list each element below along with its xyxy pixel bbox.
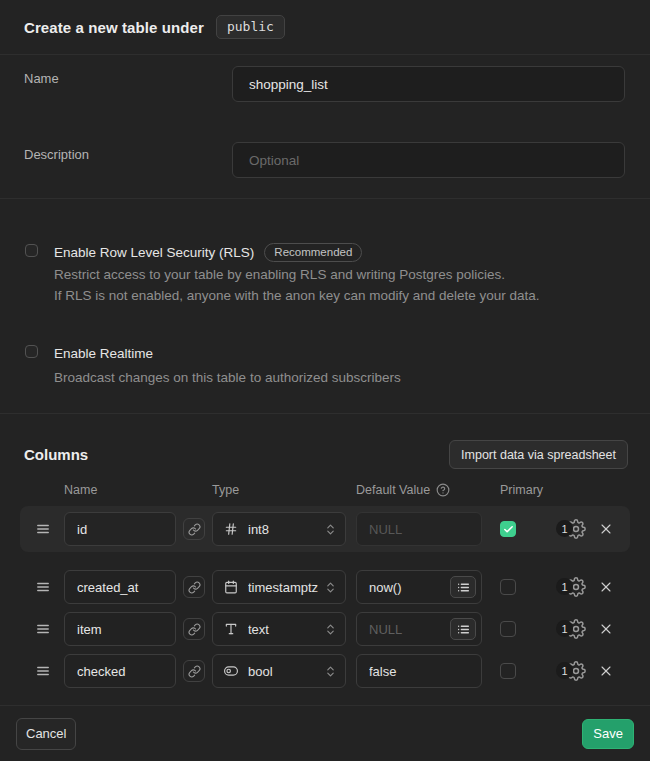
help-circle-icon[interactable] bbox=[436, 483, 450, 497]
realtime-checkbox[interactable] bbox=[25, 345, 38, 358]
panel-title: Create a new table under bbox=[24, 19, 204, 36]
drag-handle-icon[interactable] bbox=[36, 622, 50, 636]
rls-label: Enable Row Level Security (RLS) bbox=[54, 245, 254, 260]
rls-checkbox[interactable] bbox=[25, 244, 38, 257]
recommended-badge: Recommended bbox=[264, 243, 362, 262]
remove-column-button[interactable] bbox=[598, 579, 614, 595]
column-type-label: timestamptz bbox=[248, 580, 324, 595]
columns-grid-headers: Name Type Default Value Primary bbox=[0, 483, 650, 496]
table-options-section: Enable Row Level Security (RLS) Recommen… bbox=[0, 199, 650, 414]
chevrons-up-down-icon bbox=[324, 581, 337, 594]
column-settings-button[interactable]: 1 bbox=[566, 519, 586, 539]
column-row: int8 1 bbox=[20, 506, 630, 552]
calendar-icon bbox=[224, 580, 238, 594]
name-field-row: Name bbox=[24, 66, 625, 102]
header-type: Type bbox=[212, 483, 239, 497]
chevrons-up-down-icon bbox=[324, 523, 337, 536]
drag-handle-icon[interactable] bbox=[36, 664, 50, 678]
settings-count-badge: 1 bbox=[556, 520, 573, 537]
remove-column-button[interactable] bbox=[598, 521, 614, 537]
name-input[interactable] bbox=[232, 66, 625, 102]
default-value-input[interactable] bbox=[356, 512, 482, 546]
panel-header: Create a new table under public bbox=[0, 0, 650, 55]
import-data-button[interactable]: Import data via spreadsheet bbox=[449, 440, 628, 469]
column-name-input[interactable] bbox=[64, 612, 176, 646]
table-details-section: Name Description bbox=[0, 55, 650, 199]
realtime-toggle-block: Enable Realtime Broadcast changes on thi… bbox=[25, 345, 626, 388]
settings-count-badge: 1 bbox=[556, 662, 573, 679]
realtime-description: Broadcast changes on this table to autho… bbox=[54, 367, 401, 388]
remove-column-button[interactable] bbox=[598, 621, 614, 637]
column-row: timestamptz 1 bbox=[20, 569, 630, 605]
panel-footer: Cancel Save bbox=[0, 705, 650, 761]
foreign-key-link-button[interactable] bbox=[183, 518, 205, 540]
description-input[interactable] bbox=[232, 142, 625, 178]
primary-checkbox[interactable] bbox=[500, 621, 516, 637]
column-settings-button[interactable]: 1 bbox=[566, 661, 586, 681]
primary-checkbox[interactable] bbox=[500, 521, 516, 537]
settings-count-badge: 1 bbox=[556, 620, 573, 637]
default-suggestions-button[interactable] bbox=[450, 618, 476, 640]
save-button[interactable]: Save bbox=[582, 719, 634, 749]
columns-title: Columns bbox=[24, 446, 88, 463]
create-table-panel: Create a new table under public Name Des… bbox=[0, 0, 650, 761]
drag-handle-icon[interactable] bbox=[36, 580, 50, 594]
column-type-select[interactable]: int8 bbox=[212, 512, 346, 546]
remove-column-button[interactable] bbox=[598, 663, 614, 679]
rls-description-line2: If RLS is not enabled, anyone with the a… bbox=[54, 285, 540, 306]
drag-handle-icon[interactable] bbox=[36, 522, 50, 536]
header-default-value: Default Value bbox=[356, 483, 430, 497]
text-type-icon bbox=[224, 622, 238, 636]
chevrons-up-down-icon bbox=[324, 623, 337, 636]
column-type-select[interactable]: timestamptz bbox=[212, 570, 346, 604]
description-field-row: Description bbox=[24, 142, 625, 178]
foreign-key-link-button[interactable] bbox=[183, 660, 205, 682]
column-settings-button[interactable]: 1 bbox=[566, 619, 586, 639]
foreign-key-link-button[interactable] bbox=[183, 576, 205, 598]
primary-checkbox[interactable] bbox=[500, 663, 516, 679]
rls-description-line1: Restrict access to your table by enablin… bbox=[54, 264, 540, 285]
rls-toggle-block: Enable Row Level Security (RLS) Recommen… bbox=[25, 244, 626, 306]
column-type-label: text bbox=[248, 622, 324, 637]
realtime-label: Enable Realtime bbox=[54, 346, 153, 361]
column-settings-button[interactable]: 1 bbox=[566, 577, 586, 597]
default-suggestions-button[interactable] bbox=[450, 576, 476, 598]
settings-count-badge: 1 bbox=[556, 578, 573, 595]
toggle-icon bbox=[224, 664, 238, 678]
hash-icon bbox=[224, 522, 238, 536]
default-value-input[interactable] bbox=[356, 654, 482, 688]
schema-badge: public bbox=[216, 15, 285, 39]
column-type-select[interactable]: text bbox=[212, 612, 346, 646]
column-type-label: bool bbox=[248, 664, 324, 679]
columns-rows: int8 1 timestamptz bbox=[0, 506, 650, 689]
column-type-label: int8 bbox=[248, 522, 324, 537]
name-label: Name bbox=[24, 71, 232, 86]
column-name-input[interactable] bbox=[64, 654, 176, 688]
chevrons-up-down-icon bbox=[324, 665, 337, 678]
columns-section: Columns Import data via spreadsheet Name… bbox=[0, 414, 650, 705]
description-label: Description bbox=[24, 147, 232, 162]
column-name-input[interactable] bbox=[64, 512, 176, 546]
column-row: bool 1 bbox=[20, 653, 630, 689]
foreign-key-link-button[interactable] bbox=[183, 618, 205, 640]
cancel-button[interactable]: Cancel bbox=[16, 718, 76, 750]
column-row: text 1 bbox=[20, 611, 630, 647]
column-type-select[interactable]: bool bbox=[212, 654, 346, 688]
header-primary: Primary bbox=[500, 483, 543, 497]
header-name: Name bbox=[64, 483, 97, 497]
primary-checkbox[interactable] bbox=[500, 579, 516, 595]
column-name-input[interactable] bbox=[64, 570, 176, 604]
